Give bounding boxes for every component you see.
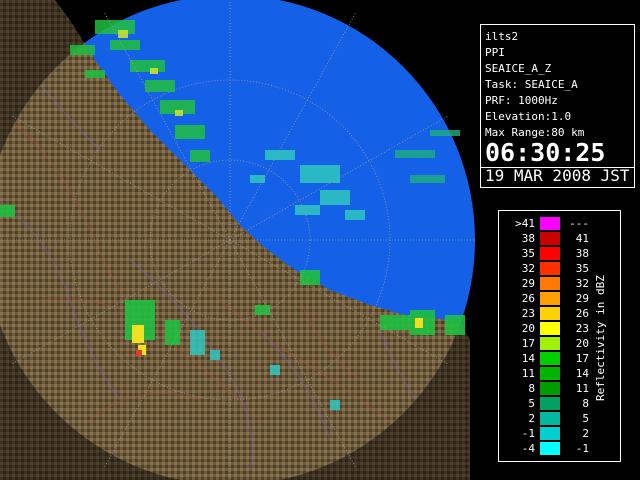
station-name: ilts2 [485, 30, 519, 43]
legend-color-swatch [540, 427, 560, 440]
legend-low-value: -4 [521, 442, 535, 455]
legend-color-swatch [540, 412, 560, 425]
legend-color-swatch [540, 262, 560, 275]
legend-row: >41 --- [499, 217, 599, 230]
legend-low-value: 32 [521, 262, 535, 275]
legend-row: 8 11 [499, 382, 599, 395]
legend-color-swatch [540, 337, 560, 350]
legend-high-value: 14 [575, 367, 589, 380]
legend-high-value: 5 [582, 412, 589, 425]
legend-high-value: 8 [582, 397, 589, 410]
legend-high-value: 29 [575, 292, 589, 305]
legend-row: -1 2 [499, 427, 599, 440]
radar-info-panel: ilts2 PPI SEAICE_A_Z Task: SEAICE_A PRF:… [480, 24, 635, 188]
legend-row: 11 14 [499, 367, 599, 380]
legend-low-value: -1 [521, 427, 535, 440]
legend-low-value: 2 [528, 412, 535, 425]
legend-low-value: 26 [521, 292, 535, 305]
legend-color-swatch [540, 247, 560, 260]
legend-high-value: -1 [575, 442, 589, 455]
legend-color-swatch [540, 277, 560, 290]
legend-row: 25 [499, 412, 599, 425]
legend-color-swatch [540, 442, 560, 455]
legend-low-value: 29 [521, 277, 535, 290]
legend-row: -4 -1 [499, 442, 599, 455]
legend-title: Reflectivity in dBZ [594, 275, 607, 402]
legend-high-value: 32 [575, 277, 589, 290]
legend-color-swatch [540, 352, 560, 365]
legend-row: 17 20 [499, 337, 599, 350]
legend-high-value: 38 [575, 247, 589, 260]
legend-low-value: 5 [528, 397, 535, 410]
legend-high-value: 2 [582, 427, 589, 440]
legend-color-swatch [540, 322, 560, 335]
legend-low-value: 8 [528, 382, 535, 395]
legend-low-value: 17 [521, 337, 535, 350]
scan-date: 19 MAR 2008 JST [485, 166, 630, 185]
legend-row: 38 41 [499, 232, 599, 245]
legend-high-value: 26 [575, 307, 589, 320]
legend-color-swatch [540, 217, 560, 230]
legend-high-value: 41 [575, 232, 589, 245]
legend-row: 14 17 [499, 352, 599, 365]
legend-row: 26 29 [499, 292, 599, 305]
legend-row: 58 [499, 397, 599, 410]
scan-time: 06:30:25 [485, 138, 606, 167]
legend-row: 20 23 [499, 322, 599, 335]
legend-low-value: 23 [521, 307, 535, 320]
legend-color-swatch [540, 397, 560, 410]
legend-low-value: 11 [521, 367, 535, 380]
scan-mode: PPI [485, 46, 505, 59]
legend-low-value: 38 [521, 232, 535, 245]
prf-value: PRF: 1000Hz [485, 94, 558, 107]
legend-low-value: 20 [521, 322, 535, 335]
legend-color-swatch [540, 232, 560, 245]
legend-row: 23 26 [499, 307, 599, 320]
legend-low-value: >41 [515, 217, 535, 230]
legend-row: 29 32 [499, 277, 599, 290]
legend-row: 35 38 [499, 247, 599, 260]
legend-high-value: 20 [575, 337, 589, 350]
task-name: Task: SEAICE_A [485, 78, 578, 91]
legend-low-value: 14 [521, 352, 535, 365]
legend-high-value: 17 [575, 352, 589, 365]
legend-high-value: 11 [575, 382, 589, 395]
legend-color-swatch [540, 292, 560, 305]
product-name: SEAICE_A_Z [485, 62, 552, 75]
legend-color-swatch [540, 367, 560, 380]
legend-high-value: 35 [575, 262, 589, 275]
legend-row: 32 35 [499, 262, 599, 275]
legend-color-swatch [540, 307, 560, 320]
reflectivity-legend: >41 --- 38 41 35 38 32 35 29 32 26 29 23 26 20 23 17 20 14… [498, 210, 621, 462]
legend-color-swatch [540, 382, 560, 395]
legend-high-value: --- [569, 217, 589, 230]
legend-low-value: 35 [521, 247, 535, 260]
legend-high-value: 23 [575, 322, 589, 335]
elevation-value: Elevation:1.0 [485, 110, 572, 123]
